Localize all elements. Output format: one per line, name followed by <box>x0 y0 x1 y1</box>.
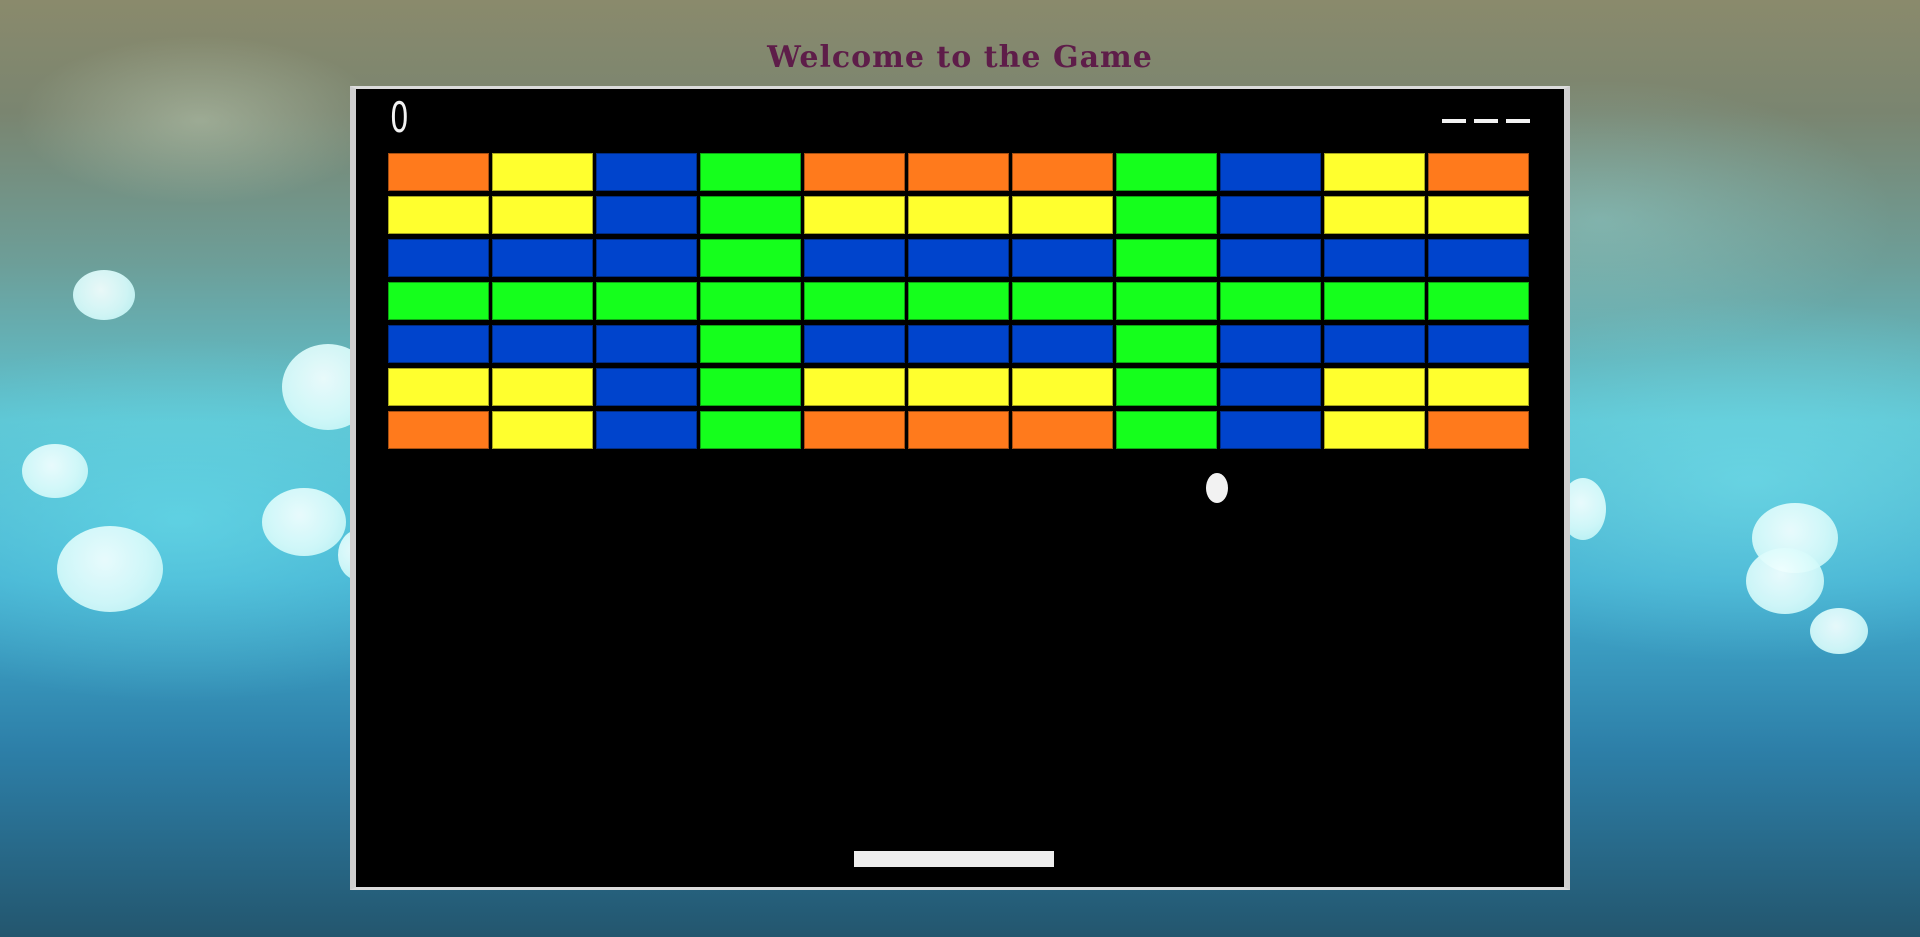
page-title: Welcome to the Game <box>767 40 1153 76</box>
brick-yellow <box>492 368 593 406</box>
brick-orange <box>1428 411 1529 449</box>
score-display: 0 <box>390 93 409 142</box>
brick-green <box>388 282 489 320</box>
brick-blue <box>1220 325 1321 363</box>
brick-wall <box>388 153 1532 449</box>
brick-blue <box>1220 368 1321 406</box>
brick-orange <box>1012 411 1113 449</box>
brick-blue <box>492 325 593 363</box>
brick-green <box>700 196 801 234</box>
brick-yellow <box>1012 368 1113 406</box>
brick-blue <box>596 239 697 277</box>
brick-green <box>700 325 801 363</box>
brick-green <box>1116 368 1217 406</box>
brick-yellow <box>1324 411 1425 449</box>
background-bokeh <box>73 270 135 320</box>
game-frame: 0 <box>350 86 1570 890</box>
brick-blue <box>596 368 697 406</box>
brick-blue <box>1220 196 1321 234</box>
brick-blue <box>492 239 593 277</box>
brick-orange <box>388 153 489 191</box>
brick-blue <box>908 239 1009 277</box>
brick-green <box>1428 282 1529 320</box>
paddle[interactable] <box>854 851 1054 867</box>
brick-blue <box>1428 239 1529 277</box>
brick-orange <box>804 411 905 449</box>
background-bokeh <box>1746 548 1824 614</box>
brick-blue <box>1220 411 1321 449</box>
brick-yellow <box>1324 153 1425 191</box>
brick-blue <box>1324 325 1425 363</box>
brick-green <box>1116 325 1217 363</box>
brick-yellow <box>492 153 593 191</box>
brick-green <box>1012 282 1113 320</box>
brick-green <box>908 282 1009 320</box>
life-marker <box>1442 119 1466 123</box>
brick-blue <box>596 196 697 234</box>
brick-blue <box>804 239 905 277</box>
brick-blue <box>388 325 489 363</box>
brick-yellow <box>1324 368 1425 406</box>
background-bokeh <box>262 488 346 556</box>
brick-blue <box>1324 239 1425 277</box>
brick-yellow <box>1012 196 1113 234</box>
life-marker <box>1474 119 1498 123</box>
game-canvas[interactable]: 0 <box>356 89 1564 887</box>
brick-green <box>1220 282 1321 320</box>
brick-green <box>1116 153 1217 191</box>
brick-green <box>1116 239 1217 277</box>
brick-green <box>700 282 801 320</box>
brick-green <box>1116 282 1217 320</box>
brick-yellow <box>908 196 1009 234</box>
brick-blue <box>1220 153 1321 191</box>
brick-orange <box>388 411 489 449</box>
brick-yellow <box>908 368 1009 406</box>
brick-orange <box>1428 153 1529 191</box>
brick-blue <box>596 411 697 449</box>
brick-blue <box>908 325 1009 363</box>
brick-blue <box>388 239 489 277</box>
brick-yellow <box>1428 196 1529 234</box>
brick-green <box>700 411 801 449</box>
brick-yellow <box>388 368 489 406</box>
brick-blue <box>1012 325 1113 363</box>
brick-orange <box>908 411 1009 449</box>
brick-orange <box>804 153 905 191</box>
brick-blue <box>1220 239 1321 277</box>
brick-green <box>804 282 905 320</box>
brick-yellow <box>492 411 593 449</box>
brick-yellow <box>804 196 905 234</box>
life-marker <box>1506 119 1530 123</box>
background-bokeh <box>57 526 163 612</box>
brick-green <box>1324 282 1425 320</box>
brick-yellow <box>388 196 489 234</box>
brick-green <box>700 239 801 277</box>
background-bokeh <box>1810 608 1868 654</box>
brick-yellow <box>492 196 593 234</box>
brick-green <box>596 282 697 320</box>
brick-orange <box>908 153 1009 191</box>
lives-indicator <box>1442 119 1530 123</box>
brick-blue <box>596 153 697 191</box>
brick-blue <box>804 325 905 363</box>
brick-green <box>492 282 593 320</box>
brick-green <box>700 368 801 406</box>
brick-yellow <box>1428 368 1529 406</box>
brick-green <box>1116 196 1217 234</box>
brick-yellow <box>804 368 905 406</box>
brick-blue <box>1428 325 1529 363</box>
brick-green <box>700 153 801 191</box>
brick-blue <box>596 325 697 363</box>
brick-yellow <box>1324 196 1425 234</box>
brick-blue <box>1012 239 1113 277</box>
background-bokeh <box>22 444 88 498</box>
ball <box>1206 473 1228 503</box>
brick-orange <box>1012 153 1113 191</box>
brick-green <box>1116 411 1217 449</box>
